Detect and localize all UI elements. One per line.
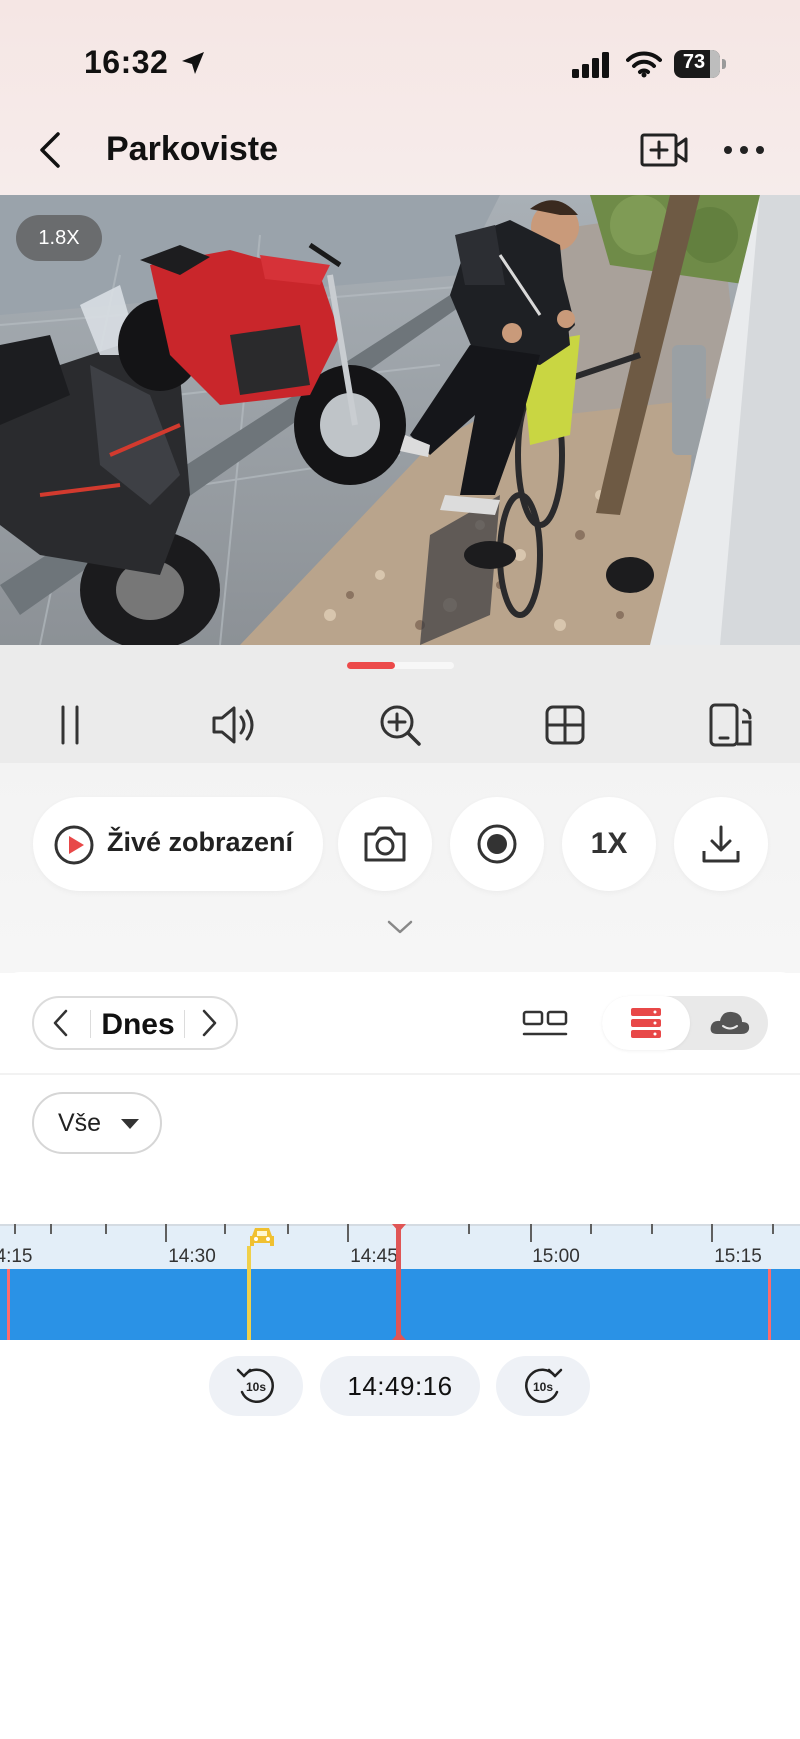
- video-camera-add-icon: [640, 133, 688, 167]
- event-filter-label: Vše: [58, 1109, 102, 1137]
- battery-indicator: 73: [674, 50, 728, 78]
- rewind-10-icon: 10s: [236, 1368, 274, 1403]
- download-icon: [702, 825, 740, 863]
- screen-rotate-icon: [709, 703, 752, 747]
- more-options-button[interactable]: [718, 130, 770, 170]
- timeline-tick-label: 15:15: [714, 1246, 762, 1267]
- playhead-top-cap: [392, 1224, 406, 1232]
- recording-timeline[interactable]: 4:15 14:30 14:45 15:00 15:15: [0, 1224, 800, 1340]
- cloud-icon: [710, 1011, 750, 1034]
- playback-progress-track: [347, 662, 454, 669]
- motion-event-mark: [7, 1269, 10, 1340]
- play-circle-icon: [54, 825, 94, 865]
- add-camera-button[interactable]: [638, 130, 690, 170]
- sheet-divider: [0, 1073, 800, 1075]
- caret-down-icon: [121, 1119, 139, 1129]
- timeline-minor-tick: [105, 1224, 107, 1234]
- forward-10s-button[interactable]: 10s: [496, 1356, 590, 1416]
- timeline-tick-label: 14:30: [168, 1246, 216, 1267]
- pause-button[interactable]: [40, 700, 100, 750]
- chevron-left-icon: [40, 132, 60, 168]
- timeline-tick-label: 15:00: [532, 1246, 580, 1267]
- cellular-signal-icon: [572, 52, 609, 78]
- current-time-label: 14:49:16: [347, 1370, 453, 1401]
- snapshot-button[interactable]: [338, 797, 432, 891]
- previous-day-button[interactable]: [34, 998, 88, 1048]
- more-horizontal-icon: [724, 146, 764, 154]
- timeline-minor-tick: [772, 1224, 774, 1234]
- thumbnail-grid-icon: [522, 1010, 568, 1036]
- page-title: Parkoviste: [106, 130, 278, 168]
- zoom-level-badge: 1.8X: [16, 215, 102, 261]
- chevron-right-icon: [202, 1009, 217, 1037]
- local-storage-option[interactable]: [602, 996, 690, 1050]
- status-time: 16:32: [84, 44, 169, 80]
- download-button[interactable]: [674, 797, 768, 891]
- expand-controls-button[interactable]: [386, 918, 414, 941]
- timeline-major-tick: [711, 1224, 713, 1242]
- timeline-minor-tick: [590, 1224, 592, 1234]
- rotate-screen-button[interactable]: [700, 700, 760, 750]
- date-divider: [90, 1010, 91, 1038]
- svg-text:10s: 10s: [533, 1380, 553, 1394]
- storage-source-toggle: [602, 996, 768, 1050]
- live-view-label: Živé zobrazení: [107, 827, 294, 857]
- timeline-minor-tick: [468, 1224, 470, 1234]
- record-button[interactable]: [450, 797, 544, 891]
- chevron-left-icon: [53, 1009, 68, 1037]
- timeline-minor-tick: [50, 1224, 52, 1234]
- timeline-minor-tick: [287, 1224, 289, 1234]
- live-view-button[interactable]: Živé zobrazení: [33, 797, 323, 891]
- timeline-major-tick: [347, 1224, 349, 1242]
- svg-text:10s: 10s: [246, 1380, 266, 1394]
- current-time-display: 14:49:16: [320, 1356, 480, 1416]
- timeline-major-tick: [165, 1224, 167, 1242]
- rewind-10s-button[interactable]: 10s: [209, 1356, 303, 1416]
- video-feed[interactable]: 1.8X: [0, 195, 800, 645]
- timeline-minor-tick: [14, 1224, 16, 1234]
- playback-speed-button[interactable]: 1X: [562, 797, 656, 891]
- chevron-down-icon: [387, 920, 413, 934]
- motion-event-mark: [768, 1269, 771, 1340]
- car-icon[interactable]: [248, 1224, 276, 1250]
- server-icon: [631, 1008, 661, 1038]
- timeline-minor-tick: [651, 1224, 653, 1234]
- event-filter-dropdown[interactable]: Vše: [32, 1092, 162, 1154]
- thumbnail-view-button[interactable]: [520, 1006, 570, 1042]
- playback-speed-label: 1X: [590, 827, 628, 860]
- pause-icon: [61, 705, 79, 745]
- wifi-icon: [626, 51, 662, 78]
- next-day-button[interactable]: [182, 998, 236, 1048]
- date-label[interactable]: Dnes: [92, 1008, 184, 1042]
- timeline-tick-label: 4:15: [0, 1246, 33, 1267]
- multi-view-button[interactable]: [535, 700, 595, 750]
- location-arrow-icon: [182, 52, 204, 74]
- forward-10-icon: 10s: [525, 1368, 563, 1403]
- grid-four-icon: [545, 705, 585, 745]
- vehicle-event-marker: [247, 1246, 251, 1340]
- back-button[interactable]: [30, 128, 70, 172]
- battery-body: 73: [674, 50, 720, 78]
- date-navigator: Dnes: [32, 996, 238, 1050]
- timeline-playhead[interactable]: [396, 1224, 401, 1340]
- battery-nub: [722, 59, 726, 69]
- playback-progress-fill: [347, 662, 396, 669]
- camera-view-image: [0, 195, 800, 645]
- audio-button[interactable]: [205, 700, 265, 750]
- playhead-bottom-cap: [392, 1332, 406, 1340]
- zoom-in-button[interactable]: [370, 700, 430, 750]
- speaker-icon: [212, 706, 254, 744]
- cloud-storage-option[interactable]: [694, 996, 766, 1050]
- timeline-tick-label: 14:45: [350, 1246, 398, 1267]
- record-icon: [477, 824, 517, 864]
- battery-level: 73: [682, 51, 706, 73]
- camera-icon: [364, 826, 406, 862]
- timeline-major-tick: [530, 1224, 532, 1242]
- timeline-minor-tick: [224, 1224, 226, 1234]
- magnify-plus-icon: [380, 705, 421, 746]
